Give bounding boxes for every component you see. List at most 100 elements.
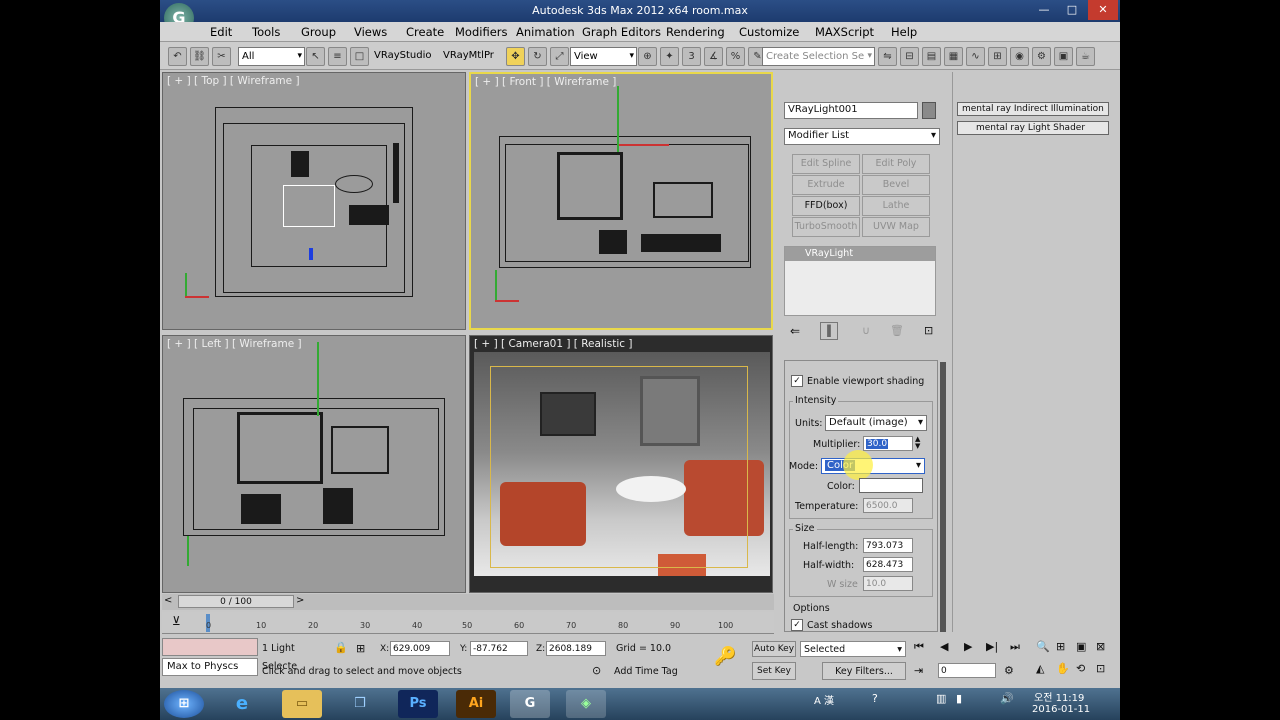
zoom-all-icon[interactable]: ⊞ — [1056, 640, 1065, 653]
time-tag-icon[interactable]: ⊙ — [592, 664, 601, 677]
menu-rendering[interactable]: Rendering — [666, 25, 725, 39]
y-coord-field[interactable]: -87.762 — [470, 641, 528, 656]
viewport-top-label[interactable]: [ + ] [ Top ] [ Wireframe ] — [167, 75, 300, 87]
viewport-front-label[interactable]: [ + ] [ Front ] [ Wireframe ] — [475, 76, 616, 88]
schematic-view-icon[interactable]: ⊞ — [988, 47, 1007, 66]
zoom-extents-icon[interactable]: ▣ — [1076, 640, 1086, 653]
time-slider[interactable]: < 0 / 100 > — [162, 594, 774, 610]
turbosmooth-button[interactable]: TurboSmooth — [792, 217, 860, 237]
undo-icon[interactable]: ↶ — [168, 47, 187, 66]
network-tray-icon[interactable]: ▥ — [936, 692, 946, 705]
ffd-box-button[interactable]: FFD(box) — [792, 196, 860, 216]
menu-customize[interactable]: Customize — [739, 25, 799, 39]
auto-key-button[interactable]: Auto Key — [752, 641, 796, 657]
volume-tray-icon[interactable]: 🔊 — [1000, 692, 1014, 705]
minimize-button[interactable]: — — [1030, 0, 1058, 20]
illustrator-icon[interactable]: Ai — [456, 690, 496, 718]
maximize-viewport-icon[interactable]: ⊡ — [1096, 662, 1105, 675]
select-object-icon[interactable]: ↖ — [306, 47, 325, 66]
units-dropdown[interactable]: Default (image) ▾ — [825, 415, 927, 431]
maxscript-listener-pink[interactable] — [162, 638, 258, 656]
align-icon[interactable]: ⊟ — [900, 47, 919, 66]
prev-frame-icon[interactable]: < — [164, 595, 172, 606]
move-icon[interactable]: ✥ — [506, 47, 525, 66]
edit-spline-button[interactable]: Edit Spline — [792, 154, 860, 174]
mental-ray-indirect-item[interactable]: mental ray Indirect Illumination — [957, 102, 1109, 116]
mental-ray-light-shader-item[interactable]: mental ray Light Shader — [957, 121, 1109, 135]
key-selection-dropdown[interactable]: Selected ▾ — [800, 641, 906, 657]
w-size-spinner[interactable]: 10.0 — [863, 576, 913, 591]
lathe-button[interactable]: Lathe — [862, 196, 930, 216]
timeline-track[interactable]: ⊻ 0 10 20 30 40 50 60 70 80 90 100 — [162, 612, 774, 634]
pivot-icon[interactable]: ⊕ — [638, 47, 657, 66]
layer-manager-icon[interactable]: ▤ — [922, 47, 941, 66]
mode-dropdown[interactable]: Color ▾ — [821, 458, 925, 474]
mirror-icon[interactable]: ⇋ — [878, 47, 897, 66]
menu-edit[interactable]: Edit — [210, 25, 232, 39]
menu-maxscript[interactable]: MAXScript — [815, 25, 874, 39]
pan-icon[interactable]: ✋ — [1056, 662, 1070, 675]
named-selection-set-input[interactable]: Create Selection Se — [762, 47, 875, 66]
render-production-icon[interactable]: ☕ — [1076, 47, 1095, 66]
make-unique-icon[interactable]: ∪ — [862, 324, 870, 337]
rendered-frame-icon[interactable]: ▣ — [1054, 47, 1073, 66]
menu-graph-editors[interactable]: Graph Editors — [582, 25, 661, 39]
windows-start-icon[interactable]: ⊞ — [164, 690, 204, 718]
set-key-button[interactable]: Set Key — [752, 662, 796, 680]
z-coord-field[interactable]: 2608.189 — [546, 641, 606, 656]
power-tray-icon[interactable]: ▮ — [956, 692, 962, 705]
menu-animation[interactable]: Animation — [516, 25, 575, 39]
select-by-name-icon[interactable]: ≡ — [328, 47, 347, 66]
menu-group[interactable]: Group — [301, 25, 336, 39]
set-key-mode-icon[interactable]: 🔑 — [714, 646, 736, 667]
previous-frame-icon[interactable]: ◀ — [940, 640, 948, 653]
viewport-left-label[interactable]: [ + ] [ Left ] [ Wireframe ] — [167, 338, 302, 350]
pin-stack-icon[interactable]: ⇐ — [790, 324, 800, 338]
time-configuration-icon[interactable]: ⚙ — [1004, 664, 1014, 677]
file-explorer-icon[interactable]: ▭ — [282, 690, 322, 718]
maximize-button[interactable]: □ — [1058, 0, 1086, 20]
next-frame-button-icon[interactable]: ▶| — [986, 640, 998, 653]
current-frame-field[interactable]: 0 — [938, 663, 996, 678]
internet-explorer-icon[interactable]: e — [222, 690, 262, 718]
rotate-icon[interactable]: ↻ — [528, 47, 547, 66]
ime-language-indicator[interactable]: A 漢 — [814, 692, 834, 707]
max-to-physics-field[interactable]: Max to Physcs — [162, 658, 258, 676]
angle-snap-icon[interactable]: ∡ — [704, 47, 723, 66]
enable-viewport-shading-checkbox[interactable]: ✓ — [791, 375, 803, 387]
graphite-toolbar-icon[interactable]: ▦ — [944, 47, 963, 66]
viewport-front[interactable]: [ + ] [ Front ] [ Wireframe ] — [469, 72, 773, 330]
half-length-spinner[interactable]: 793.073 — [863, 538, 913, 553]
zoom-icon[interactable]: 🔍 — [1036, 640, 1050, 653]
3ds-max-task-icon[interactable]: G — [510, 690, 550, 718]
object-color-swatch[interactable] — [922, 102, 936, 119]
bevel-button[interactable]: Bevel — [862, 175, 930, 195]
orbit-icon[interactable]: ⟲ — [1076, 662, 1085, 675]
half-width-spinner[interactable]: 628.473 — [863, 557, 913, 572]
cast-shadows-checkbox[interactable]: ✓ — [791, 619, 803, 631]
key-filters-button[interactable]: Key Filters... — [822, 662, 906, 680]
selection-filter-dropdown[interactable]: All — [238, 47, 305, 66]
configure-modifier-sets-icon[interactable]: ⊡ — [924, 324, 933, 337]
window-switcher-icon[interactable]: ❒ — [340, 690, 380, 718]
reference-coordinate-dropdown[interactable]: View — [570, 47, 637, 66]
selection-lock-icon[interactable]: 🔒 — [334, 641, 348, 654]
vray-mtl-button[interactable]: VRayMtlPr — [443, 50, 494, 61]
close-button[interactable]: ✕ — [1088, 0, 1118, 20]
viewport-left[interactable]: [ + ] [ Left ] [ Wireframe ] — [162, 335, 466, 593]
x-coord-field[interactable]: 629.009 — [390, 641, 450, 656]
extrude-button[interactable]: Extrude — [792, 175, 860, 195]
viewport-camera[interactable]: [ + ] [ Camera01 ] [ Realistic ] — [469, 335, 773, 593]
temperature-spinner[interactable]: 6500.0 — [863, 498, 913, 513]
scale-icon[interactable]: ⤢ — [550, 47, 569, 66]
key-mode-toggle-icon[interactable]: ⇥ — [914, 664, 923, 677]
rect-selection-icon[interactable]: □ — [350, 47, 369, 66]
uvw-map-button[interactable]: UVW Map — [862, 217, 930, 237]
command-panel-scrollbar[interactable] — [940, 362, 946, 632]
menu-views[interactable]: Views — [354, 25, 387, 39]
viewport-top[interactable]: [ + ] [ Top ] [ Wireframe ] — [162, 72, 466, 330]
select-manipulate-icon[interactable]: ✦ — [660, 47, 679, 66]
menu-modifiers[interactable]: Modifiers — [455, 25, 508, 39]
go-to-end-icon[interactable]: ⏭ — [1010, 640, 1020, 654]
frame-counter[interactable]: 0 / 100 — [178, 595, 294, 608]
